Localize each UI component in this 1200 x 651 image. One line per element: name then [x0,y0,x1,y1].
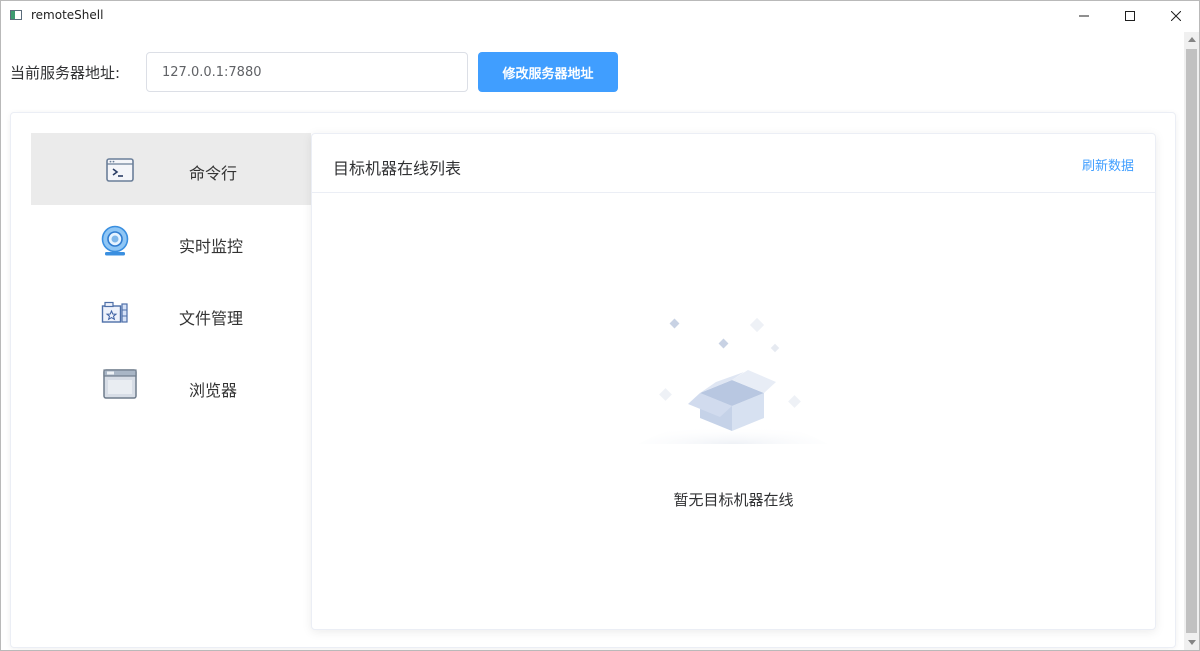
app-window: remoteShell 当前服务器地址: 修改服务器地址 [0,0,1200,651]
sidebar-item-realtime-monitor[interactable]: 实时监控 [31,205,311,277]
close-icon [1171,11,1181,21]
sidebar-item-label: 文件管理 [179,309,244,328]
panel-header: 目标机器在线列表 刷新数据 [312,134,1155,193]
file-folder-icon [101,301,128,323]
window-title: remoteShell [31,8,104,22]
online-machines-panel: 目标机器在线列表 刷新数据 暂无目标机器在线 [311,133,1156,630]
terminal-icon [106,158,134,182]
close-button[interactable] [1153,1,1199,31]
minimize-icon [1079,15,1089,17]
sidebar-item-label: 浏览器 [189,381,238,400]
vertical-scrollbar[interactable] [1184,32,1199,650]
app-icon [10,10,22,20]
sidebar-item-command-line[interactable]: 命令行 [31,133,311,205]
maximize-icon [1125,11,1135,21]
scroll-thumb[interactable] [1186,49,1197,633]
sidebar-item-browser[interactable]: 浏览器 [31,349,311,421]
title-bar: remoteShell [1,1,1199,31]
sidebar-item-label: 实时监控 [179,237,244,256]
maximize-button[interactable] [1107,1,1153,31]
scroll-up-arrow-icon[interactable] [1184,32,1199,47]
server-address-input[interactable] [146,52,468,92]
change-server-button[interactable]: 修改服务器地址 [478,52,618,92]
browser-window-icon [103,369,137,399]
empty-box-icon [638,317,828,444]
panel-title: 目标机器在线列表 [333,159,462,178]
scroll-down-arrow-icon[interactable] [1184,635,1199,650]
refresh-data-link[interactable]: 刷新数据 [1082,155,1134,174]
minimize-button[interactable] [1061,1,1107,31]
server-address-label: 当前服务器地址: [10,64,121,82]
sidebar-item-file-manager[interactable]: 文件管理 [31,277,311,349]
webcam-icon [101,225,129,256]
empty-state-text: 暂无目标机器在线 [673,491,794,509]
sidebar-item-label: 命令行 [189,164,238,183]
